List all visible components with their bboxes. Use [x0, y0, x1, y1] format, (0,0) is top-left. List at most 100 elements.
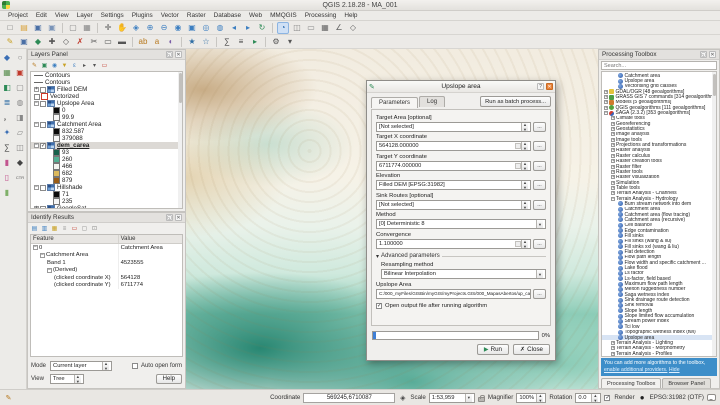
log-messages-icon[interactable]: ✎	[4, 393, 13, 402]
add-group-icon[interactable]: ▣	[40, 61, 49, 70]
measure-line-icon[interactable]: ∠	[333, 22, 345, 34]
auto-open-form-checkbox[interactable]	[132, 363, 138, 369]
menu-edit[interactable]: Edit	[32, 12, 51, 19]
menu-processing[interactable]: Processing	[301, 12, 341, 19]
layer-item-235[interactable]: 235	[31, 198, 182, 205]
float-panel-button[interactable]: ◱	[166, 214, 173, 221]
layer-item-googlesat[interactable]: +GoogleSat	[31, 205, 182, 209]
field-value-elevation[interactable]: Filled DEM [EPSG:31982]▲▼	[376, 180, 531, 190]
histogram-tool-icon[interactable]: ▮	[1, 157, 13, 169]
float-panel-button[interactable]: ◱	[700, 51, 707, 58]
copy-feature-icon[interactable]: ▭	[70, 224, 79, 233]
layer-item-contours[interactable]: Contours	[31, 79, 182, 86]
menu-web[interactable]: Web	[245, 12, 266, 19]
add-raster-layer-icon[interactable]: ▦	[1, 67, 13, 79]
move-map-icon[interactable]: ◈	[130, 22, 142, 34]
expander-icon[interactable]: +	[611, 352, 615, 356]
layer-visibility-checkbox[interactable]	[40, 122, 46, 128]
rotation-spinner[interactable]: 0.0▲▼	[575, 393, 601, 403]
layer-item-93[interactable]: 93	[31, 149, 182, 156]
close-panel-button[interactable]: ✕	[709, 51, 716, 58]
touch-zoom-pan-icon[interactable]: ✛	[102, 22, 114, 34]
run-button[interactable]: ▶ Run	[477, 344, 509, 355]
close-panel-button[interactable]: ✕	[175, 214, 182, 221]
expander-icon[interactable]: +	[611, 138, 615, 142]
expander-icon[interactable]: +	[34, 87, 39, 92]
menu-mmqgis[interactable]: MMQGIS	[266, 12, 301, 19]
close-panel-button[interactable]: ✕	[175, 51, 182, 58]
expander-icon[interactable]: +	[604, 100, 608, 104]
node-tool-icon[interactable]: ◇	[60, 36, 72, 48]
zoom-out-icon[interactable]: ⊖	[158, 22, 170, 34]
scale-select[interactable]: 1:53,959▼	[429, 393, 475, 403]
expander-icon[interactable]: +	[604, 90, 608, 94]
expander-icon[interactable]: +	[611, 165, 615, 169]
expander-icon[interactable]: +	[611, 346, 615, 350]
expander-icon[interactable]: +	[611, 181, 615, 185]
menu-help[interactable]: Help	[340, 12, 361, 19]
composer-manager-icon[interactable]: ▦	[81, 22, 93, 34]
chart-tool-icon[interactable]: ▮	[1, 187, 13, 199]
menu-settings[interactable]: Settings	[97, 12, 128, 19]
browse-button[interactable]: ...	[533, 289, 546, 299]
open-output-checkbox[interactable]: ✓	[376, 303, 382, 309]
expander-icon[interactable]: +	[611, 132, 615, 136]
spinner-icon[interactable]: ▲▼	[521, 162, 528, 170]
layer-visibility-checkbox[interactable]	[40, 101, 46, 107]
spinner-icon[interactable]: ▲▼	[521, 201, 528, 209]
messages-bubble-icon[interactable]	[707, 394, 716, 401]
tab-parameters[interactable]: Parameters	[371, 97, 418, 108]
spinner-icon[interactable]: ▲▼	[521, 142, 528, 150]
mmqgis-menu-icon[interactable]: ▾	[284, 36, 296, 48]
layer-item-contours[interactable]: Contours	[31, 72, 182, 79]
add-database-layer-icon[interactable]: ▣	[14, 67, 26, 79]
filter-by-expression-icon[interactable]: ε	[70, 61, 79, 70]
sum-statistics-icon[interactable]: ∑	[1, 142, 13, 154]
toolbox-item-vector-raster[interactable]: +Vector <-> raster	[602, 356, 716, 357]
enable-providers-link[interactable]: enable additional providers.	[604, 367, 667, 373]
add-wfs-layer-icon[interactable]: ◨	[14, 112, 26, 124]
zoom-to-selection-icon[interactable]: ◎	[200, 22, 212, 34]
identify-row-derived[interactable]: −(Derived)	[31, 267, 182, 275]
menu-raster[interactable]: Raster	[183, 12, 210, 19]
expander-icon[interactable]: −	[611, 197, 615, 201]
expander-icon[interactable]: −	[34, 101, 39, 106]
map-navigation-icon[interactable]: ○	[14, 52, 26, 64]
expander-icon[interactable]: −	[34, 185, 39, 190]
layer-item-99-9[interactable]: 99.9	[31, 114, 182, 121]
toolbox-scrollbar[interactable]	[712, 72, 716, 356]
dropdown-arrow-icon[interactable]: ▼	[536, 220, 543, 228]
add-postgis-layer-icon[interactable]: ≣	[1, 97, 13, 109]
layer-item-filled-dem[interactable]: +Filled DEM	[31, 86, 182, 93]
toggle-editing-icon[interactable]: ✎	[4, 36, 16, 48]
layer-visibility-checkbox[interactable]	[40, 87, 46, 93]
expander-icon[interactable]: +	[611, 116, 615, 120]
close-button[interactable]: ✗ Close	[513, 344, 550, 355]
new-shapefile-layer-icon[interactable]: ◧	[1, 82, 13, 94]
expander-icon[interactable]: +	[611, 159, 615, 163]
open-layer-styling-icon[interactable]: ✎	[30, 61, 39, 70]
new-project-icon[interactable]: □	[4, 22, 16, 34]
browse-button[interactable]: ...	[533, 239, 546, 249]
expander-icon[interactable]: +	[34, 206, 39, 209]
python-console-icon[interactable]: ▸	[249, 36, 261, 48]
menu-database[interactable]: Database	[210, 12, 245, 19]
menu-view[interactable]: View	[51, 12, 73, 19]
menu-layer[interactable]: Layer	[73, 12, 97, 19]
expander-icon[interactable]: −	[34, 143, 39, 148]
filter-legend-icon[interactable]: ▼	[60, 61, 69, 70]
spinner-icon[interactable]: ▲▼	[521, 240, 528, 248]
expander-icon[interactable]: +	[611, 175, 615, 179]
zoom-native-icon[interactable]: ◉	[172, 22, 184, 34]
magnifier-spinner[interactable]: 100%▲▼	[516, 393, 546, 403]
ctr-plugin-icon[interactable]: CTR	[14, 172, 26, 184]
layer-item-catchment-area[interactable]: −Catchment Area	[31, 121, 182, 128]
expander-icon[interactable]: +	[611, 127, 615, 131]
layer-diagram-options-icon[interactable]: ◐	[165, 36, 177, 48]
dropdown-arrow-icon[interactable]: ▼	[536, 270, 543, 278]
value-column-header[interactable]: Value	[119, 235, 182, 243]
toolbox-item-flow-width-and-specific-catchment[interactable]: Flow width and specific catchment ...	[602, 260, 716, 265]
crs-label[interactable]: EPSG:31982 (OTF)	[650, 394, 704, 401]
layer-item-260[interactable]: 260	[31, 156, 182, 163]
expander-icon[interactable]: +	[611, 191, 615, 195]
